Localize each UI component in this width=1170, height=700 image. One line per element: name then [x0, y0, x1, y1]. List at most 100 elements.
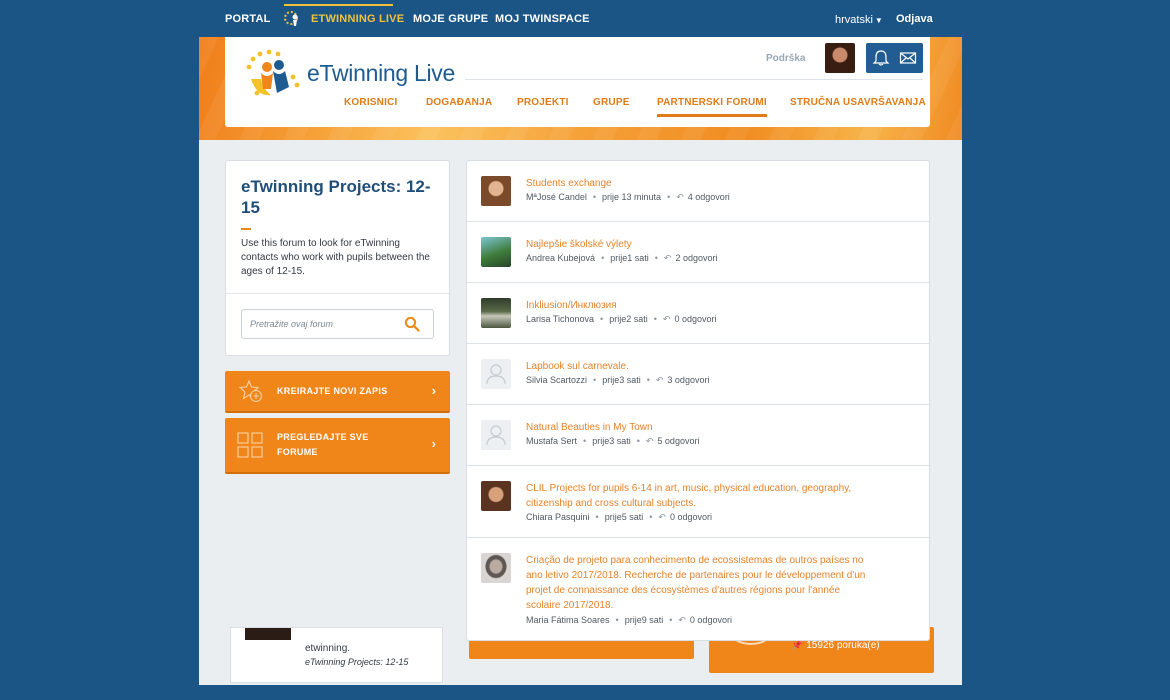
post-time: prije5 sati: [604, 512, 644, 522]
topnav-moj-twinspace[interactable]: MOJ TWINSPACE: [495, 13, 590, 25]
user-avatar[interactable]: [825, 43, 855, 73]
topnav-moje-grupe[interactable]: MOJE GRUPE: [413, 13, 488, 25]
forum-description: Use this forum to look for eTwinning con…: [241, 238, 430, 277]
grid-icon: [237, 432, 263, 458]
forum-posts-list: Students exchange MªJosé Candel • prije 13…: [466, 160, 930, 641]
post-meta: Larisa Tichonova • prije2 sati • ↶ 0 odgovori: [526, 314, 717, 324]
brand-live: Live: [407, 60, 455, 86]
page-content: eTwinning Live Podrška KORISNICI DOGAĐAN…: [199, 37, 962, 685]
nav-strucna-usavrsavanja[interactable]: STRUČNA USAVRŠAVANJA: [790, 97, 926, 108]
list-item[interactable]: Students exchange MªJosé Candel • prije 13…: [467, 161, 929, 222]
post-title[interactable]: Criação de projeto para conhecimento de …: [526, 553, 876, 613]
notifications-button[interactable]: [866, 43, 896, 73]
post-author[interactable]: Mustafa Sert: [526, 436, 577, 446]
post-title[interactable]: Students exchange: [526, 176, 886, 191]
messages-button[interactable]: [893, 43, 923, 73]
post-author[interactable]: Chiara Pasquini: [526, 512, 590, 522]
bell-icon: [872, 50, 890, 66]
author-avatar[interactable]: [481, 553, 511, 583]
browse-forums-button[interactable]: PREGLEDAJTE SVE FORUME ›: [225, 418, 450, 474]
post-meta: Silvia Scartozzi • prije3 sati • ↶ 3 odgovori: [526, 375, 710, 385]
message-count-label: 15926 poruka(e): [806, 640, 880, 651]
recent-post-forum[interactable]: eTwinning Projects: 12-15: [305, 657, 408, 667]
nav-grupe[interactable]: GRUPE: [593, 97, 630, 108]
list-item[interactable]: Najlepšie školské výlety Andrea Kubejová…: [467, 222, 929, 283]
caret-down-icon: ▼: [874, 16, 883, 25]
brand-e: e: [307, 60, 320, 86]
message-count: 📌 15926 poruka(e): [791, 640, 880, 651]
user-placeholder-icon: [486, 425, 506, 446]
list-item[interactable]: CLIL Projects for pupils 6-14 in art, mu…: [467, 466, 929, 538]
post-replies: 0 odgovori: [674, 314, 717, 324]
browse-forums-label: PREGLEDAJTE SVE FORUME: [277, 432, 369, 457]
post-title[interactable]: Lapbook sul carnevale.: [526, 359, 886, 374]
post-meta: Maria Fátima Soares • prije9 sati • ↶ 0 odgov…: [526, 615, 732, 625]
author-avatar-placeholder[interactable]: [481, 420, 511, 450]
reply-icon: ↶: [658, 512, 666, 522]
post-meta: Mustafa Sert • prije3 sati • ↶ 5 odgovori: [526, 436, 700, 446]
nav-dogadanja[interactable]: DOGAĐANJA: [426, 97, 492, 108]
post-thumbnail: [245, 628, 291, 640]
topnav-etwinning-live[interactable]: ETWINNING LIVE: [311, 13, 404, 25]
list-item[interactable]: Criação de projeto para conhecimento de …: [467, 538, 929, 640]
search-icon[interactable]: [404, 316, 420, 332]
topnav-active-indicator: [284, 4, 393, 6]
post-title[interactable]: Najlepšie školské výlety: [526, 237, 886, 252]
post-time: prije2 sati: [609, 314, 648, 324]
nav-partnerski-forumi[interactable]: PARTNERSKI FORUMI: [657, 97, 767, 117]
topnav-portal[interactable]: PORTAL: [225, 13, 271, 25]
list-item[interactable]: Inkliusion/Инклюзия Larisa Tichonova • pri…: [467, 283, 929, 344]
envelope-icon: [899, 52, 917, 64]
post-replies: 2 odgovori: [675, 253, 718, 263]
post-author[interactable]: MªJosé Candel: [526, 192, 587, 202]
post-title[interactable]: Natural Beauties in My Town: [526, 420, 886, 435]
support-link[interactable]: Podrška: [766, 53, 805, 64]
reply-icon: ↶: [663, 253, 672, 263]
author-avatar-placeholder[interactable]: [481, 359, 511, 389]
list-item[interactable]: Natural Beauties in My Town Mustafa Sert…: [467, 405, 929, 466]
author-avatar[interactable]: [481, 176, 511, 206]
nav-projekti[interactable]: PROJEKTI: [517, 97, 569, 108]
reply-icon: ↶: [645, 436, 654, 446]
list-item[interactable]: Lapbook sul carnevale. Silvia Scartozzi •…: [467, 344, 929, 405]
create-post-label: KREIRAJTE NOVI ZAPIS: [277, 386, 388, 396]
etwinning-small-logo-icon: [284, 11, 298, 26]
post-time: prije 13 minuta: [602, 192, 662, 202]
post-replies: 0 odgovori: [689, 615, 732, 625]
title-accent-divider: [241, 228, 251, 230]
post-replies: 5 odgovori: [657, 436, 700, 446]
author-avatar[interactable]: [481, 298, 511, 328]
post-replies: 0 odgovori: [669, 512, 712, 522]
post-author[interactable]: Maria Fátima Soares: [526, 615, 610, 625]
star-add-icon: [238, 379, 263, 403]
post-time: prije9 sati: [624, 615, 664, 625]
language-selector[interactable]: hrvatski ▼: [835, 14, 883, 26]
forum-search: [241, 309, 434, 339]
create-post-button[interactable]: KREIRAJTE NOVI ZAPIS ›: [225, 371, 450, 413]
post-author[interactable]: Andrea Kubejová: [526, 253, 595, 263]
author-avatar[interactable]: [481, 237, 511, 267]
post-title[interactable]: CLIL Projects for pupils 6-14 in art, mu…: [526, 481, 886, 511]
post-meta: Andrea Kubejová • prije1 sati • ↶ 2 odgovori: [526, 253, 718, 263]
chevron-right-icon: ›: [431, 436, 436, 451]
logout-link[interactable]: Odjava: [896, 13, 933, 25]
post-meta: Chiara Pasquini • prije5 sati • ↶ 0 odgovori: [526, 512, 712, 522]
post-author[interactable]: Silvia Scartozzi: [526, 375, 587, 385]
post-title[interactable]: Inkliusion/Инклюзия: [526, 298, 886, 313]
nav-korisnici[interactable]: KORISNICI: [344, 97, 397, 108]
header-card: eTwinning Live Podrška KORISNICI DOGAĐAN…: [225, 37, 930, 127]
forum-title: eTwinning Projects: 12-15: [241, 177, 431, 217]
post-author[interactable]: Larisa Tichonova: [526, 314, 594, 324]
etwinning-live-wordmark: eTwinning Live: [307, 60, 455, 87]
post-replies: 3 odgovori: [667, 375, 710, 385]
brand-twinning: Twinning: [319, 60, 409, 86]
post-meta: MªJosé Candel • prije 13 minuta • ↶ 4 odgovor…: [526, 192, 730, 202]
top-navigation: PORTAL ETWINNING LIVE MOJE GRUPE MOJ TWI…: [0, 0, 1170, 37]
card-divider: [226, 293, 449, 294]
post-replies: 4 odgovori: [687, 192, 730, 202]
etwinning-logo-icon[interactable]: [243, 49, 305, 101]
recent-post-card: etwinning. eTwinning Projects: 12-15: [230, 627, 443, 683]
author-avatar[interactable]: [481, 481, 511, 511]
forum-search-input[interactable]: [250, 316, 400, 332]
reply-icon: ↶: [676, 192, 684, 202]
